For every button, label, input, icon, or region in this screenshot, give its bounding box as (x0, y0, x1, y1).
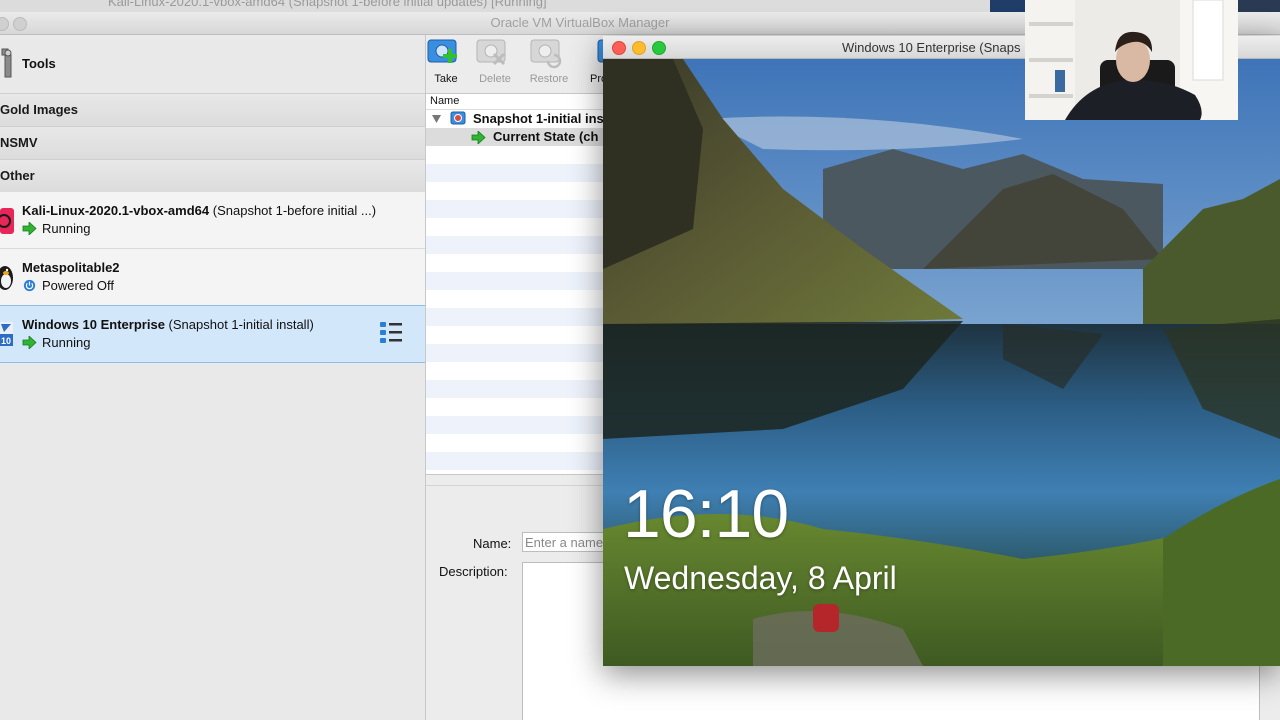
kali-os-icon (0, 208, 14, 234)
collapse-triangle-icon[interactable] (432, 115, 441, 123)
running-arrow-icon (471, 131, 486, 144)
snapshot-tree: Name Snapshot 1-initial ins Current Stat… (426, 93, 607, 475)
restore-snapshot-icon (530, 39, 562, 69)
group-label: NSMV (0, 135, 38, 150)
webcam-overlay (1025, 0, 1238, 120)
vm-name-line: Windows 10 Enterprise (Snapshot 1-initia… (22, 317, 314, 332)
vm-tools-menu-icon[interactable] (378, 320, 406, 346)
linux-penguin-os-icon (0, 266, 13, 290)
vm-name: Kali-Linux-2020.1-vbox-amd64 (22, 203, 210, 218)
restore-label: Restore (529, 73, 569, 85)
zoom-window-button[interactable] (652, 41, 666, 55)
vm-name: Metaspolitable2 (22, 260, 120, 275)
lock-screen-date: Wednesday, 8 April (624, 560, 897, 596)
description-label: Description: (439, 564, 508, 579)
running-arrow-icon (22, 336, 37, 349)
close-window-button[interactable] (612, 41, 626, 55)
windows10-vm-window: Windows 10 Enterprise (Snaps 16:10 Wedne… (603, 36, 1280, 666)
vm-status: Running (22, 221, 90, 236)
webcam-video-feed (1025, 0, 1238, 120)
vm-status-text: Running (42, 221, 91, 236)
vm-window-title: Windows 10 Enterprise (Snaps (842, 40, 1021, 55)
tree-stripe (426, 272, 606, 290)
tree-stripe (426, 200, 606, 218)
background-window-title: Kali-Linux-2020.1-vbox-amd64 (Snapshot 1… (108, 0, 547, 9)
delete-snapshot-icon (476, 39, 506, 66)
group-nsmv[interactable]: NSMV (0, 126, 425, 160)
minimize-window-button[interactable] (632, 41, 646, 55)
group-other[interactable]: Other (0, 159, 425, 193)
tree-stripe (426, 416, 606, 434)
group-gold-images[interactable]: Gold Images (0, 93, 425, 127)
tree-stripe (426, 236, 606, 254)
tools-item[interactable]: Tools (0, 35, 425, 93)
vm-name-line: Kali-Linux-2020.1-vbox-amd64 (Snapshot 1… (22, 203, 376, 218)
take-snapshot-button[interactable]: Take (421, 35, 471, 93)
svg-text:10: 10 (1, 336, 11, 346)
tree-stripe (426, 344, 606, 362)
current-state-row[interactable]: Current State (ch (426, 128, 606, 146)
tree-stripe (426, 452, 606, 470)
vm-status-text: Running (42, 335, 91, 350)
tools-label: Tools (22, 56, 56, 71)
current-state-label: Current State (ch (493, 129, 599, 144)
vm-status: Powered Off (22, 278, 114, 293)
snapshot-row[interactable]: Snapshot 1-initial ins (426, 110, 606, 128)
take-label: Take (434, 73, 458, 85)
tools-icon (1, 48, 12, 78)
take-snapshot-icon (427, 39, 457, 63)
name-label: Name: (473, 536, 512, 551)
snapshot-column-header[interactable]: Name (426, 94, 606, 110)
tree-stripe (426, 380, 606, 398)
delete-label: Delete (479, 73, 511, 85)
running-arrow-icon (22, 222, 37, 235)
vm-status: Running (22, 335, 90, 350)
snapshot-icon (450, 111, 466, 125)
vm-item-windows10[interactable]: 10 Windows 10 Enterprise (Snapshot 1-ini… (0, 305, 425, 363)
vm-name-line: Metaspolitable2 (22, 260, 120, 275)
vm-name: Windows 10 Enterprise (22, 317, 165, 332)
snapshot-name: Snapshot 1-initial ins (473, 111, 604, 126)
restore-snapshot-button[interactable]: Restore (524, 35, 574, 93)
windows10-os-icon: 10 (0, 322, 13, 346)
tree-stripe (426, 308, 606, 326)
delete-snapshot-button[interactable]: Delete (470, 35, 520, 93)
vm-status-text: Powered Off (42, 278, 115, 293)
tree-stripe (426, 164, 606, 182)
lock-screen-time: 16:10 (623, 476, 789, 552)
vm-item-kali[interactable]: Kali-Linux-2020.1-vbox-amd64 (Snapshot 1… (0, 192, 425, 249)
group-label: Other (0, 168, 35, 183)
vm-item-metasploitable[interactable]: Metaspolitable2 Powered Off (0, 249, 425, 306)
power-off-icon (23, 279, 36, 292)
vm-snapshot: (Snapshot 1-before initial ...) (212, 203, 377, 218)
group-label: Gold Images (0, 102, 79, 117)
windows-lock-screen[interactable]: 16:10 Wednesday, 8 April (603, 59, 1280, 666)
vm-list-pane: Tools Gold Images NSMV Other Kali-Linux-… (0, 35, 426, 720)
vm-snapshot: (Snapshot 1-initial install) (168, 317, 314, 332)
desktop-background (990, 0, 1025, 12)
column-header-label: Name (430, 95, 460, 107)
